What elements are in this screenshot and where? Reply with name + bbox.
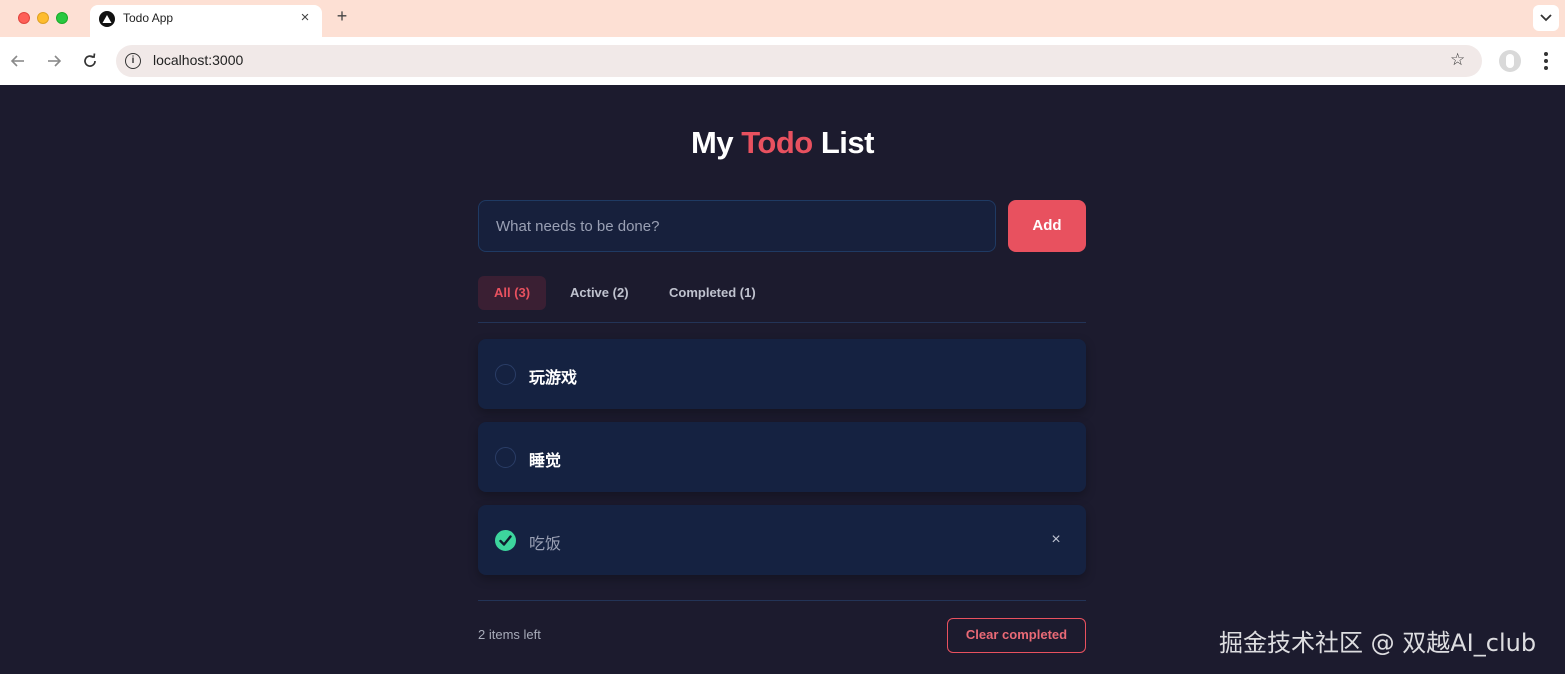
add-button[interactable]: Add [1008,200,1086,252]
browser-tab-bar: Todo App × + [0,0,1565,37]
todo-item: 玩游戏 [478,339,1086,409]
divider [478,600,1086,601]
items-left-count: 2 items left [478,627,541,642]
tab-title: Todo App [123,11,174,25]
checkbox-checked[interactable] [495,530,516,551]
todo-text: 睡觉 [529,453,562,470]
filter-completed[interactable]: Completed (1) [653,276,772,310]
checkmark-icon [499,535,512,546]
address-bar[interactable]: i localhost:3000 ☆ [116,45,1482,77]
page-title: My Todo List [0,125,1565,161]
todo-item: 吃饭 × [478,505,1086,575]
forward-icon[interactable] [43,50,65,72]
menu-icon[interactable] [1536,49,1556,73]
filter-active[interactable]: Active (2) [554,276,645,310]
url-text[interactable]: localhost:3000 [153,52,243,68]
todo-item: 睡觉 [478,422,1086,492]
title-prefix: My [691,125,734,160]
favicon-triangle-icon [99,11,115,27]
filter-all[interactable]: All (3) [478,276,547,310]
tab-close-icon[interactable]: × [295,8,315,28]
star-icon[interactable]: ☆ [1450,50,1465,70]
new-todo-field[interactable] [478,200,996,252]
title-accent: Todo [741,125,813,160]
new-tab-button[interactable]: + [332,6,352,26]
info-icon[interactable]: i [125,53,141,69]
profile-icon[interactable] [1499,50,1521,72]
maximize-window-button[interactable] [56,12,68,24]
title-suffix: List [820,125,875,160]
tab-search-chevron-down-icon[interactable] [1533,5,1559,31]
delete-icon[interactable]: × [1045,529,1067,551]
checkbox[interactable] [495,447,516,468]
todo-text: 吃饭 [529,536,562,553]
clear-completed-button[interactable]: Clear completed [947,618,1086,653]
reload-icon[interactable] [79,50,101,72]
new-todo-input[interactable] [479,201,995,251]
close-window-button[interactable] [18,12,30,24]
minimize-window-button[interactable] [37,12,49,24]
back-icon[interactable] [7,50,29,72]
browser-toolbar: i localhost:3000 ☆ [0,37,1565,85]
watermark: 掘金技术社区 @ 双越AI_club [1219,629,1537,657]
checkbox[interactable] [495,364,516,385]
browser-tab[interactable]: Todo App × [90,5,322,37]
divider [478,322,1086,323]
todo-text: 玩游戏 [529,370,578,387]
